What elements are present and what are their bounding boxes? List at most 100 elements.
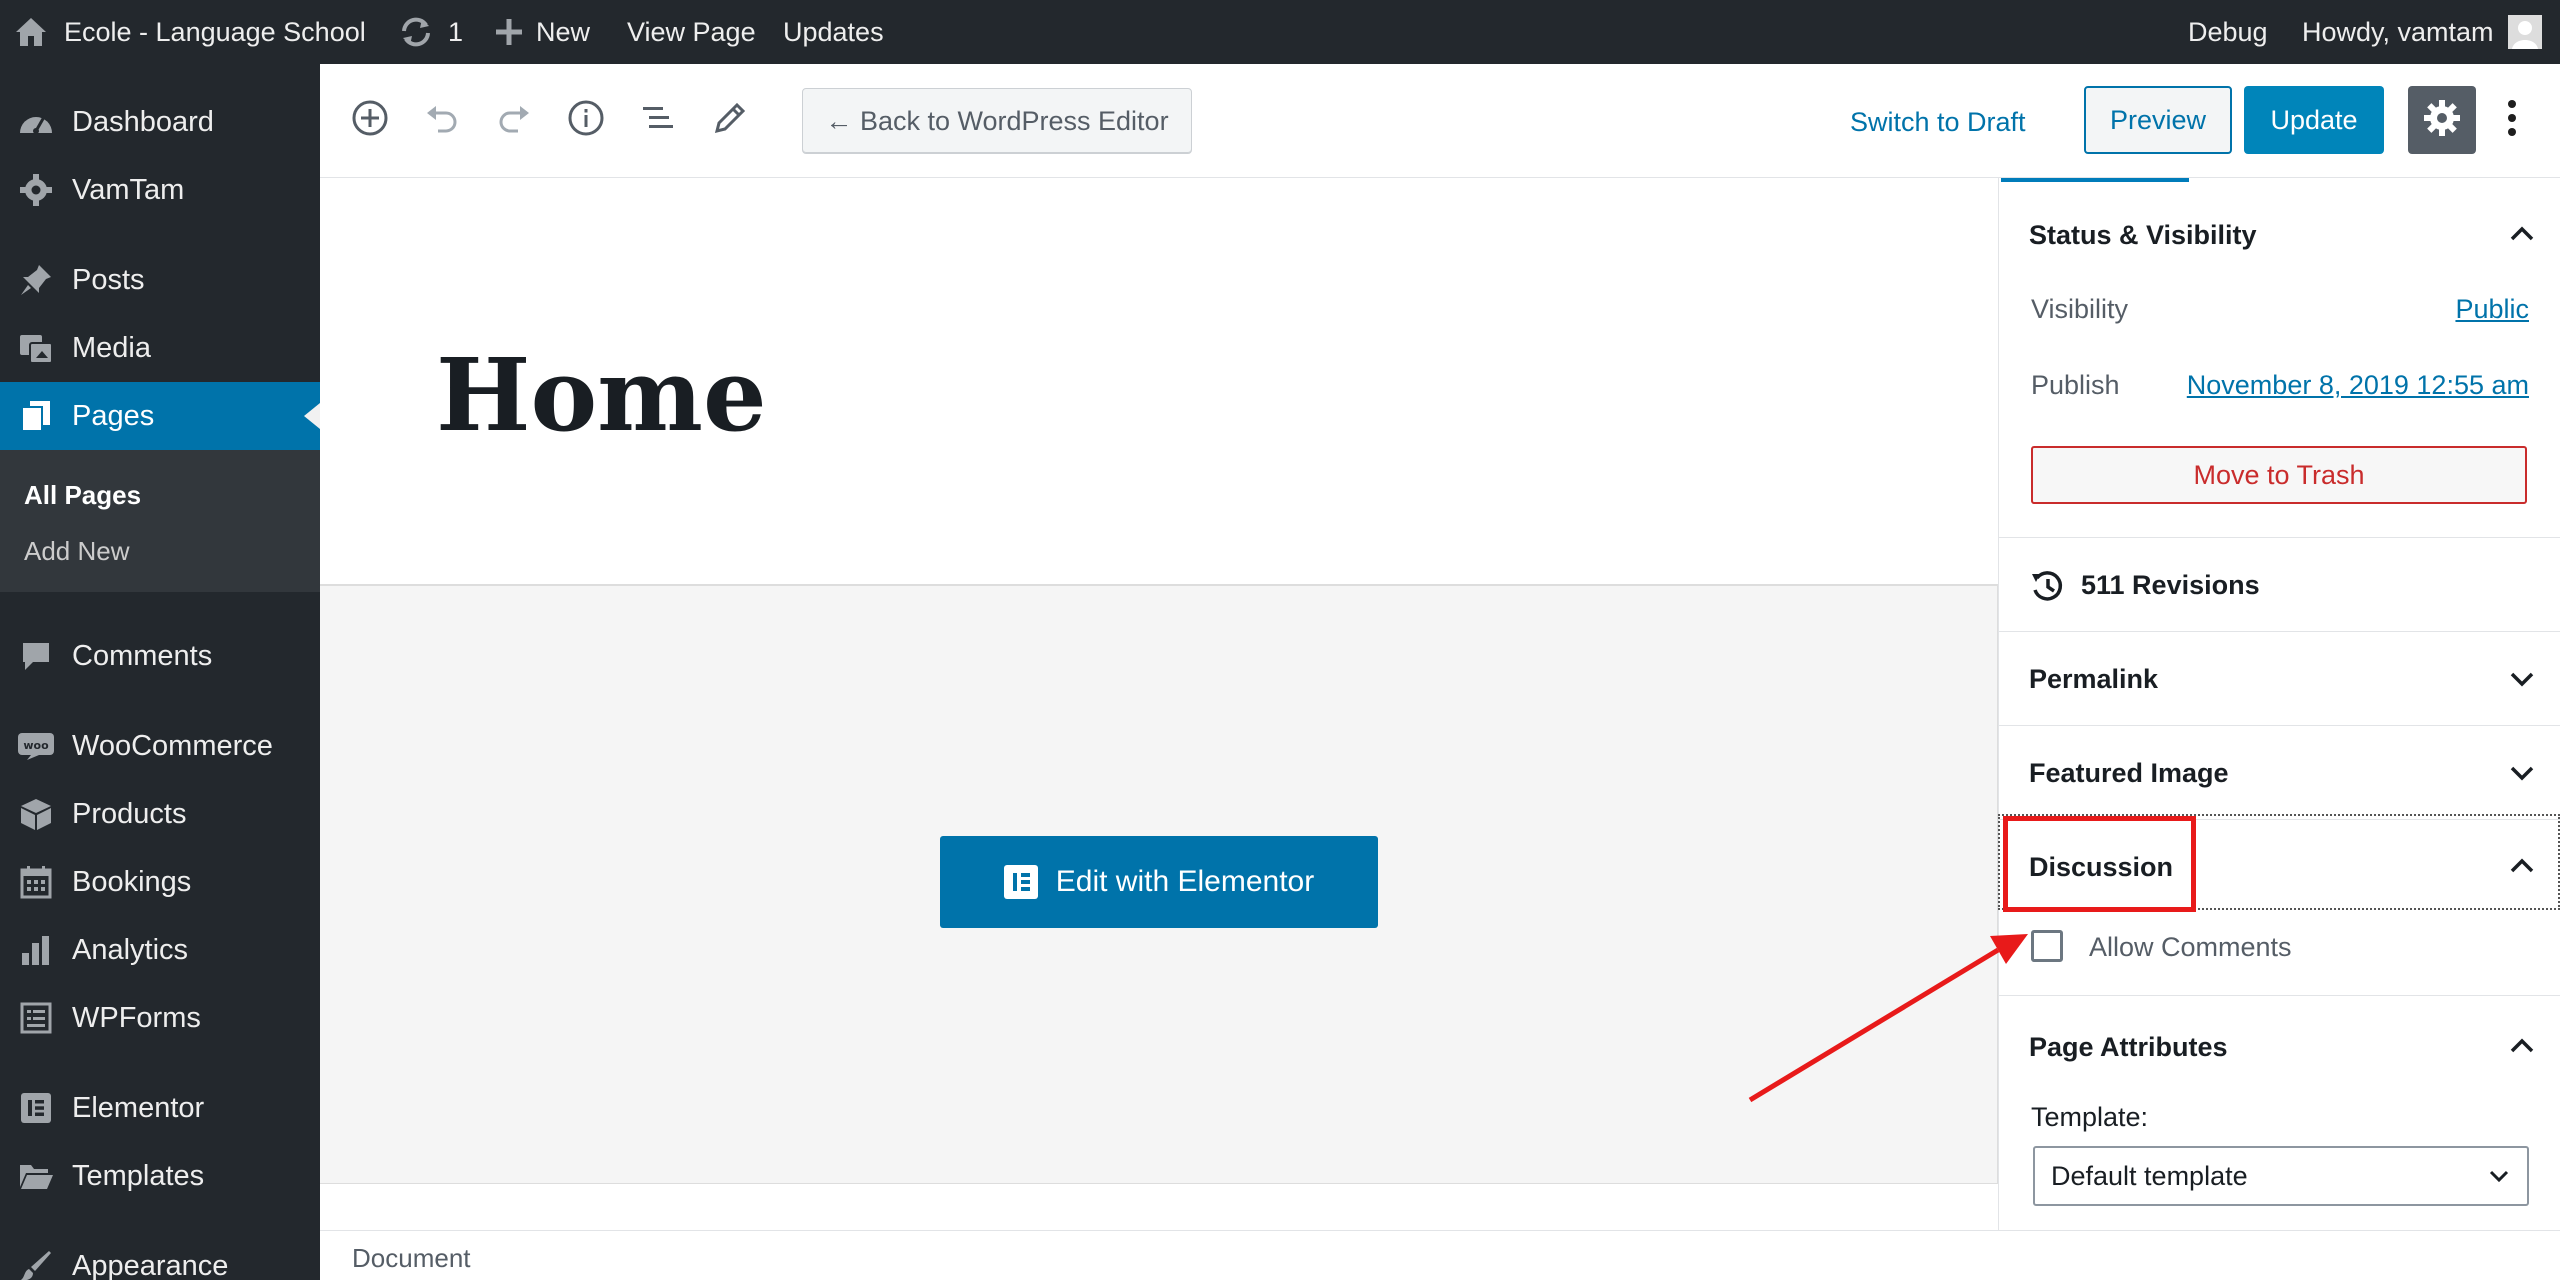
dashboard-icon bbox=[16, 102, 56, 142]
view-page-link[interactable]: View Page bbox=[627, 0, 756, 64]
box-icon bbox=[16, 794, 56, 834]
featured-image-panel: Featured Image bbox=[1999, 726, 2560, 820]
sidebar-item-wpforms[interactable]: WPForms bbox=[0, 984, 320, 1052]
allow-comments-label[interactable]: Allow Comments bbox=[2089, 932, 2292, 963]
switch-to-draft-button[interactable]: Switch to Draft bbox=[1850, 94, 2026, 150]
revisions-panel[interactable]: 511 Revisions bbox=[1999, 538, 2560, 632]
template-select[interactable]: Default template bbox=[2033, 1146, 2529, 1206]
submenu-all-pages[interactable]: All Pages bbox=[24, 480, 141, 511]
debug-link[interactable]: Debug bbox=[2188, 0, 2268, 64]
sidebar-item-templates[interactable]: Templates bbox=[0, 1142, 320, 1210]
sidebar-item-label: WooCommerce bbox=[72, 729, 273, 762]
pages-submenu: All Pages Add New bbox=[0, 450, 320, 592]
redo-icon bbox=[496, 103, 532, 138]
undo-icon bbox=[424, 103, 460, 138]
settings-toggle-button[interactable] bbox=[2408, 86, 2476, 154]
sidebar-item-label: Media bbox=[72, 331, 151, 364]
move-to-trash-button[interactable]: Move to Trash bbox=[2031, 446, 2527, 504]
editor-footer: Document bbox=[320, 1230, 2560, 1280]
pencil-icon bbox=[713, 101, 747, 140]
visibility-value-link[interactable]: Public bbox=[2455, 294, 2529, 325]
list-icon bbox=[641, 104, 675, 137]
undo-button[interactable] bbox=[416, 94, 468, 146]
account-menu[interactable]: Howdy, vamtam bbox=[2302, 0, 2542, 64]
avatar bbox=[2507, 15, 2542, 49]
redo-button[interactable] bbox=[488, 94, 540, 146]
sidebar-item-label: Elementor bbox=[72, 1091, 205, 1124]
site-home-link[interactable]: Ecole - Language School bbox=[14, 0, 366, 64]
edit-with-elementor-button[interactable]: Edit with Elementor bbox=[940, 836, 1378, 928]
breadcrumb[interactable]: Document bbox=[352, 1243, 471, 1274]
folder-icon bbox=[16, 1156, 56, 1196]
revisions-label: 511 Revisions bbox=[2081, 570, 2260, 600]
publish-date-link[interactable]: November 8, 2019 12:55 am bbox=[2187, 370, 2529, 401]
sidebar-item-dashboard[interactable]: Dashboard bbox=[0, 88, 320, 156]
sidebar-item-appearance[interactable]: Appearance bbox=[0, 1232, 320, 1280]
sidebar-item-woocommerce[interactable]: woo WooCommerce bbox=[0, 712, 320, 780]
plus-icon bbox=[496, 19, 522, 45]
edit-mode-button[interactable] bbox=[704, 94, 756, 146]
submenu-add-new[interactable]: Add New bbox=[24, 536, 130, 567]
updates-counter-link[interactable]: 1 bbox=[398, 0, 463, 64]
kebab-menu-icon bbox=[2507, 99, 2517, 142]
form-icon bbox=[16, 998, 56, 1038]
bar-chart-icon bbox=[16, 930, 56, 970]
sidebar-item-label: Templates bbox=[72, 1159, 205, 1192]
sidebar-item-media[interactable]: Media bbox=[0, 314, 320, 382]
chevron-down-icon[interactable] bbox=[2507, 758, 2537, 788]
gear-icon bbox=[16, 170, 56, 210]
add-block-button[interactable] bbox=[344, 94, 396, 146]
updates-link[interactable]: Updates bbox=[783, 0, 884, 64]
home-icon bbox=[14, 16, 48, 48]
new-content-link[interactable]: New bbox=[496, 0, 590, 64]
refresh-icon bbox=[398, 15, 434, 49]
view-page-label: View Page bbox=[627, 16, 756, 47]
visibility-label: Visibility bbox=[2031, 294, 2129, 324]
pages-icon bbox=[16, 396, 56, 436]
editor-toolbar: ← Back to WordPress Editor Switch to Dra… bbox=[320, 64, 2560, 178]
chevron-up-icon[interactable] bbox=[2507, 218, 2537, 248]
sidebar-item-label: Analytics bbox=[72, 933, 189, 966]
update-button[interactable]: Update bbox=[2244, 86, 2384, 154]
admin-bar: Ecole - Language School 1 New View Page … bbox=[0, 0, 2560, 64]
back-to-wordpress-editor-button[interactable]: ← Back to WordPress Editor bbox=[802, 88, 1192, 154]
publish-label: Publish bbox=[2031, 370, 2120, 400]
sidebar-item-analytics[interactable]: Analytics bbox=[0, 916, 320, 984]
comment-icon bbox=[16, 636, 56, 676]
sidebar-item-bookings[interactable]: Bookings bbox=[0, 848, 320, 916]
sidebar-item-vamtam[interactable]: VamTam bbox=[0, 156, 320, 224]
site-name: Ecole - Language School bbox=[64, 16, 366, 47]
woo-icon: woo bbox=[16, 726, 56, 766]
info-button[interactable] bbox=[560, 94, 612, 146]
brush-icon bbox=[16, 1246, 56, 1280]
more-options-button[interactable] bbox=[2490, 86, 2534, 154]
annotation-arrow bbox=[1748, 934, 2028, 1103]
page-title[interactable]: Home bbox=[436, 336, 767, 454]
sidebar-item-products[interactable]: Products bbox=[0, 780, 320, 848]
sidebar-item-label: Pages bbox=[72, 399, 155, 432]
sidebar-item-posts[interactable]: Posts bbox=[0, 246, 320, 314]
featured-image-title[interactable]: Featured Image bbox=[2029, 758, 2229, 789]
sidebar-item-label: Bookings bbox=[72, 865, 192, 898]
sidebar-item-label: Appearance bbox=[72, 1249, 229, 1280]
chevron-down-icon[interactable] bbox=[2507, 664, 2537, 694]
preview-button[interactable]: Preview bbox=[2084, 86, 2232, 154]
sidebar-item-elementor[interactable]: Elementor bbox=[0, 1074, 320, 1142]
sidebar-item-pages[interactable]: Pages bbox=[0, 382, 320, 450]
media-icon bbox=[16, 328, 56, 368]
chevron-up-icon[interactable] bbox=[2507, 1030, 2537, 1060]
sidebar-item-label: Posts bbox=[72, 263, 145, 296]
block-navigation-button[interactable] bbox=[632, 94, 684, 146]
template-label: Template: bbox=[2031, 1102, 2149, 1132]
sidebar-item-comments[interactable]: Comments bbox=[0, 622, 320, 690]
info-icon bbox=[567, 99, 605, 142]
page-attributes-title[interactable]: Page Attributes bbox=[2029, 1032, 2228, 1063]
elementor-icon bbox=[16, 1088, 56, 1128]
sidebar-item-label: VamTam bbox=[72, 173, 185, 206]
permalink-panel: Permalink bbox=[1999, 632, 2560, 726]
history-icon bbox=[2029, 568, 2065, 609]
permalink-title[interactable]: Permalink bbox=[2029, 664, 2158, 695]
new-label: New bbox=[536, 16, 591, 47]
sidebar-item-label: Dashboard bbox=[72, 105, 214, 138]
status-visibility-title[interactable]: Status & Visibility bbox=[2029, 220, 2257, 251]
